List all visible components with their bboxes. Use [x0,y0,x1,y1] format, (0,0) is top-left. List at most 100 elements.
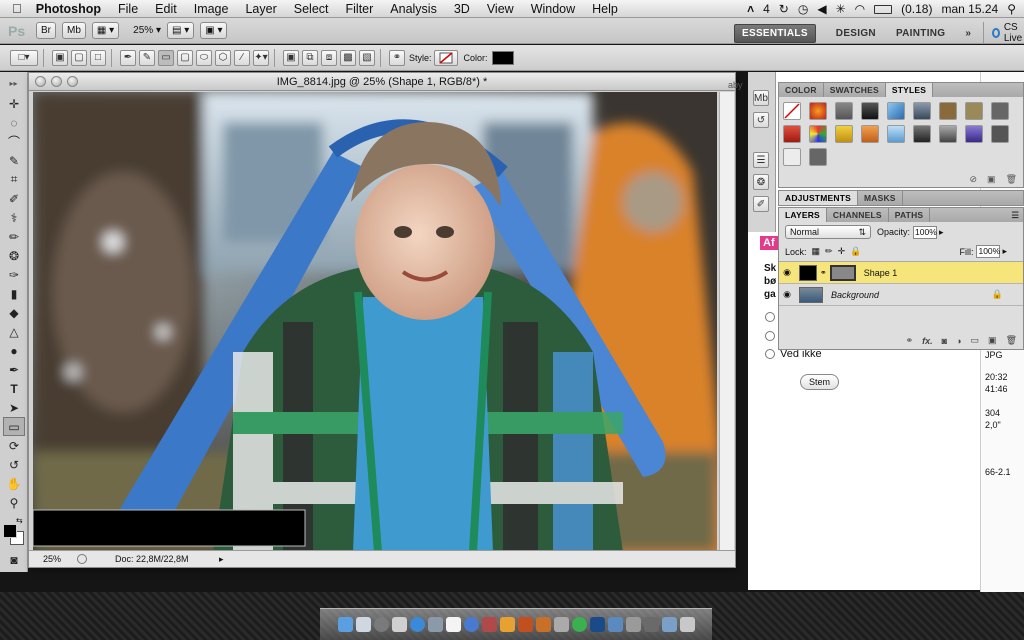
history-brush-tool-icon[interactable]: ✑ [3,265,25,284]
fx-icon[interactable]: fx. [922,336,933,346]
dock-app-icon[interactable] [499,617,515,632]
time-machine-icon[interactable]: ◷ [798,2,808,16]
style-swatch[interactable] [991,125,1009,143]
pen-tool-button[interactable]: ✒ [120,49,136,66]
arrange-documents-button[interactable]: ▤ ▾ [166,22,195,39]
new-shape-layer-button[interactable]: ▣ [283,49,299,66]
line-tool-button[interactable]: ∕ [234,49,250,66]
bridge-button[interactable]: Br [36,22,56,39]
poll-radio-2[interactable] [765,331,775,341]
ellipse-tool-button[interactable]: ⬭ [196,49,212,66]
layers-panel-menu-icon[interactable]: ☰ [1011,210,1019,221]
new-layer-icon[interactable]: ▣ [988,335,997,346]
style-swatch[interactable] [809,148,827,166]
adjust-panel-icon[interactable]: ☰ [753,152,769,168]
delete-layer-icon[interactable]: 🗑 [1006,335,1017,346]
layer-name[interactable]: Background [831,290,879,300]
menu-select[interactable]: Select [294,2,329,16]
custom-shape-tool-button[interactable]: ✦▾ [253,49,269,66]
3d-orbit-tool-icon[interactable]: ↺ [3,455,25,474]
link-layers-icon[interactable]: ⚭ [906,335,914,346]
layer-row-shape-1[interactable]: ◉ ⚭ Shape 1 [779,262,1023,284]
menu-layer[interactable]: Layer [245,2,276,16]
menu-view[interactable]: View [487,2,514,16]
style-swatch[interactable] [913,125,931,143]
move-tool-icon[interactable]: ✛ [3,94,25,113]
menu-window[interactable]: Window [531,2,575,16]
visibility-eye-icon[interactable]: ◉ [779,289,795,300]
tab-adjustments[interactable]: ADJUSTMENTS [779,191,858,205]
style-swatch[interactable] [939,125,957,143]
battery-icon[interactable] [874,4,893,14]
menu-edit[interactable]: Edit [155,2,177,16]
menu-image[interactable]: Image [194,2,229,16]
crop-tool-icon[interactable]: ⌗ [3,170,25,189]
rectangle-tool-button[interactable]: ▭ [158,49,174,66]
dock-app-icon[interactable] [517,617,533,632]
dock-photoshop-icon[interactable] [589,617,605,632]
blend-mode-select[interactable]: Normal ⇅ [785,225,871,239]
swap-colors-icon[interactable]: ⇆ [16,516,23,525]
subtract-shape-button[interactable]: ⧈ [321,49,337,66]
clone-panel-icon[interactable]: ❂ [753,174,769,190]
minimize-window-icon[interactable] [51,76,62,87]
dock-bridge-icon[interactable] [535,617,551,632]
style-swatch[interactable] [861,102,879,120]
opacity-input[interactable]: 100% [913,225,938,239]
dock-app-icon[interactable] [607,617,623,632]
style-swatch[interactable] [965,102,983,120]
sync-icon[interactable]: ↻ [779,2,789,16]
fill-dropdown-icon[interactable]: ▸ [1002,246,1007,257]
new-style-icon[interactable]: ▣ [987,174,996,185]
history-panel-icon[interactable]: ↺ [753,112,769,128]
pen-tool-icon[interactable]: ✒ [3,360,25,379]
layer-row-background[interactable]: ◉ Background 🔒 [779,284,1023,306]
tool-preset-picker[interactable]: □▾ [10,49,38,66]
style-swatch[interactable] [861,125,879,143]
freeform-pen-button[interactable]: ✎ [139,49,155,66]
style-picker[interactable] [433,49,458,66]
view-extras-button[interactable]: ▦ ▾ [91,22,120,39]
lock-all-icon[interactable]: 🔒 [850,246,861,257]
style-swatch[interactable] [887,125,905,143]
bluetooth-icon[interactable]: ✳ [836,2,846,16]
minibridge-panel-icon[interactable]: Mb [753,90,769,106]
tab-paths[interactable]: PATHS [889,208,931,222]
dock-photos-icon[interactable] [427,617,443,632]
minibridge-button[interactable]: Mb [62,22,86,39]
type-tool-icon[interactable]: T [3,379,25,398]
paint-bucket-tool-icon[interactable]: ◆ [3,303,25,322]
zoom-tool-icon[interactable]: ⚲ [3,493,25,512]
style-swatch[interactable] [913,102,931,120]
search-icon[interactable]: ⚲ [1007,2,1016,16]
visibility-eye-icon[interactable]: ◉ [779,267,795,278]
style-swatch[interactable] [991,102,1009,120]
style-swatch[interactable] [835,102,853,120]
new-group-icon[interactable]: ▭ [971,335,980,346]
zoom-level-select[interactable]: 25% ▾ [133,25,161,36]
menu-help[interactable]: Help [592,2,618,16]
menu-analysis[interactable]: Analysis [390,2,437,16]
layer-name[interactable]: Shape 1 [864,268,898,278]
workspace-more[interactable]: » [965,28,971,39]
clone-stamp-tool-icon[interactable]: ❂ [3,246,25,265]
add-to-shape-button[interactable]: ⧉ [302,49,318,66]
dock-app-icon[interactable] [625,617,641,632]
blur-tool-icon[interactable]: △ [3,322,25,341]
dock-app-icon[interactable] [481,617,497,632]
workspace-design[interactable]: DESIGN [836,28,876,39]
link-icon[interactable]: ⚭ [820,268,827,277]
workspace-painting[interactable]: PAINTING [896,28,945,39]
status-menu-icon[interactable]: ▸ [219,554,224,565]
clear-style-icon[interactable]: ⊘ [970,174,978,185]
brush-tool-icon[interactable]: ✏ [3,227,25,246]
lasso-tool-icon[interactable]: ⌒ [3,132,25,151]
healing-brush-tool-icon[interactable]: ⚕ [3,208,25,227]
fill-input[interactable]: 100% [976,245,1001,258]
vertical-scrollbar[interactable] [719,92,734,550]
dock-finder-icon[interactable] [337,617,353,632]
style-swatch[interactable] [809,125,827,143]
color-swatch[interactable] [491,50,514,65]
shape-tool-icon[interactable]: ▭ [3,417,25,436]
style-swatch[interactable] [809,102,827,120]
